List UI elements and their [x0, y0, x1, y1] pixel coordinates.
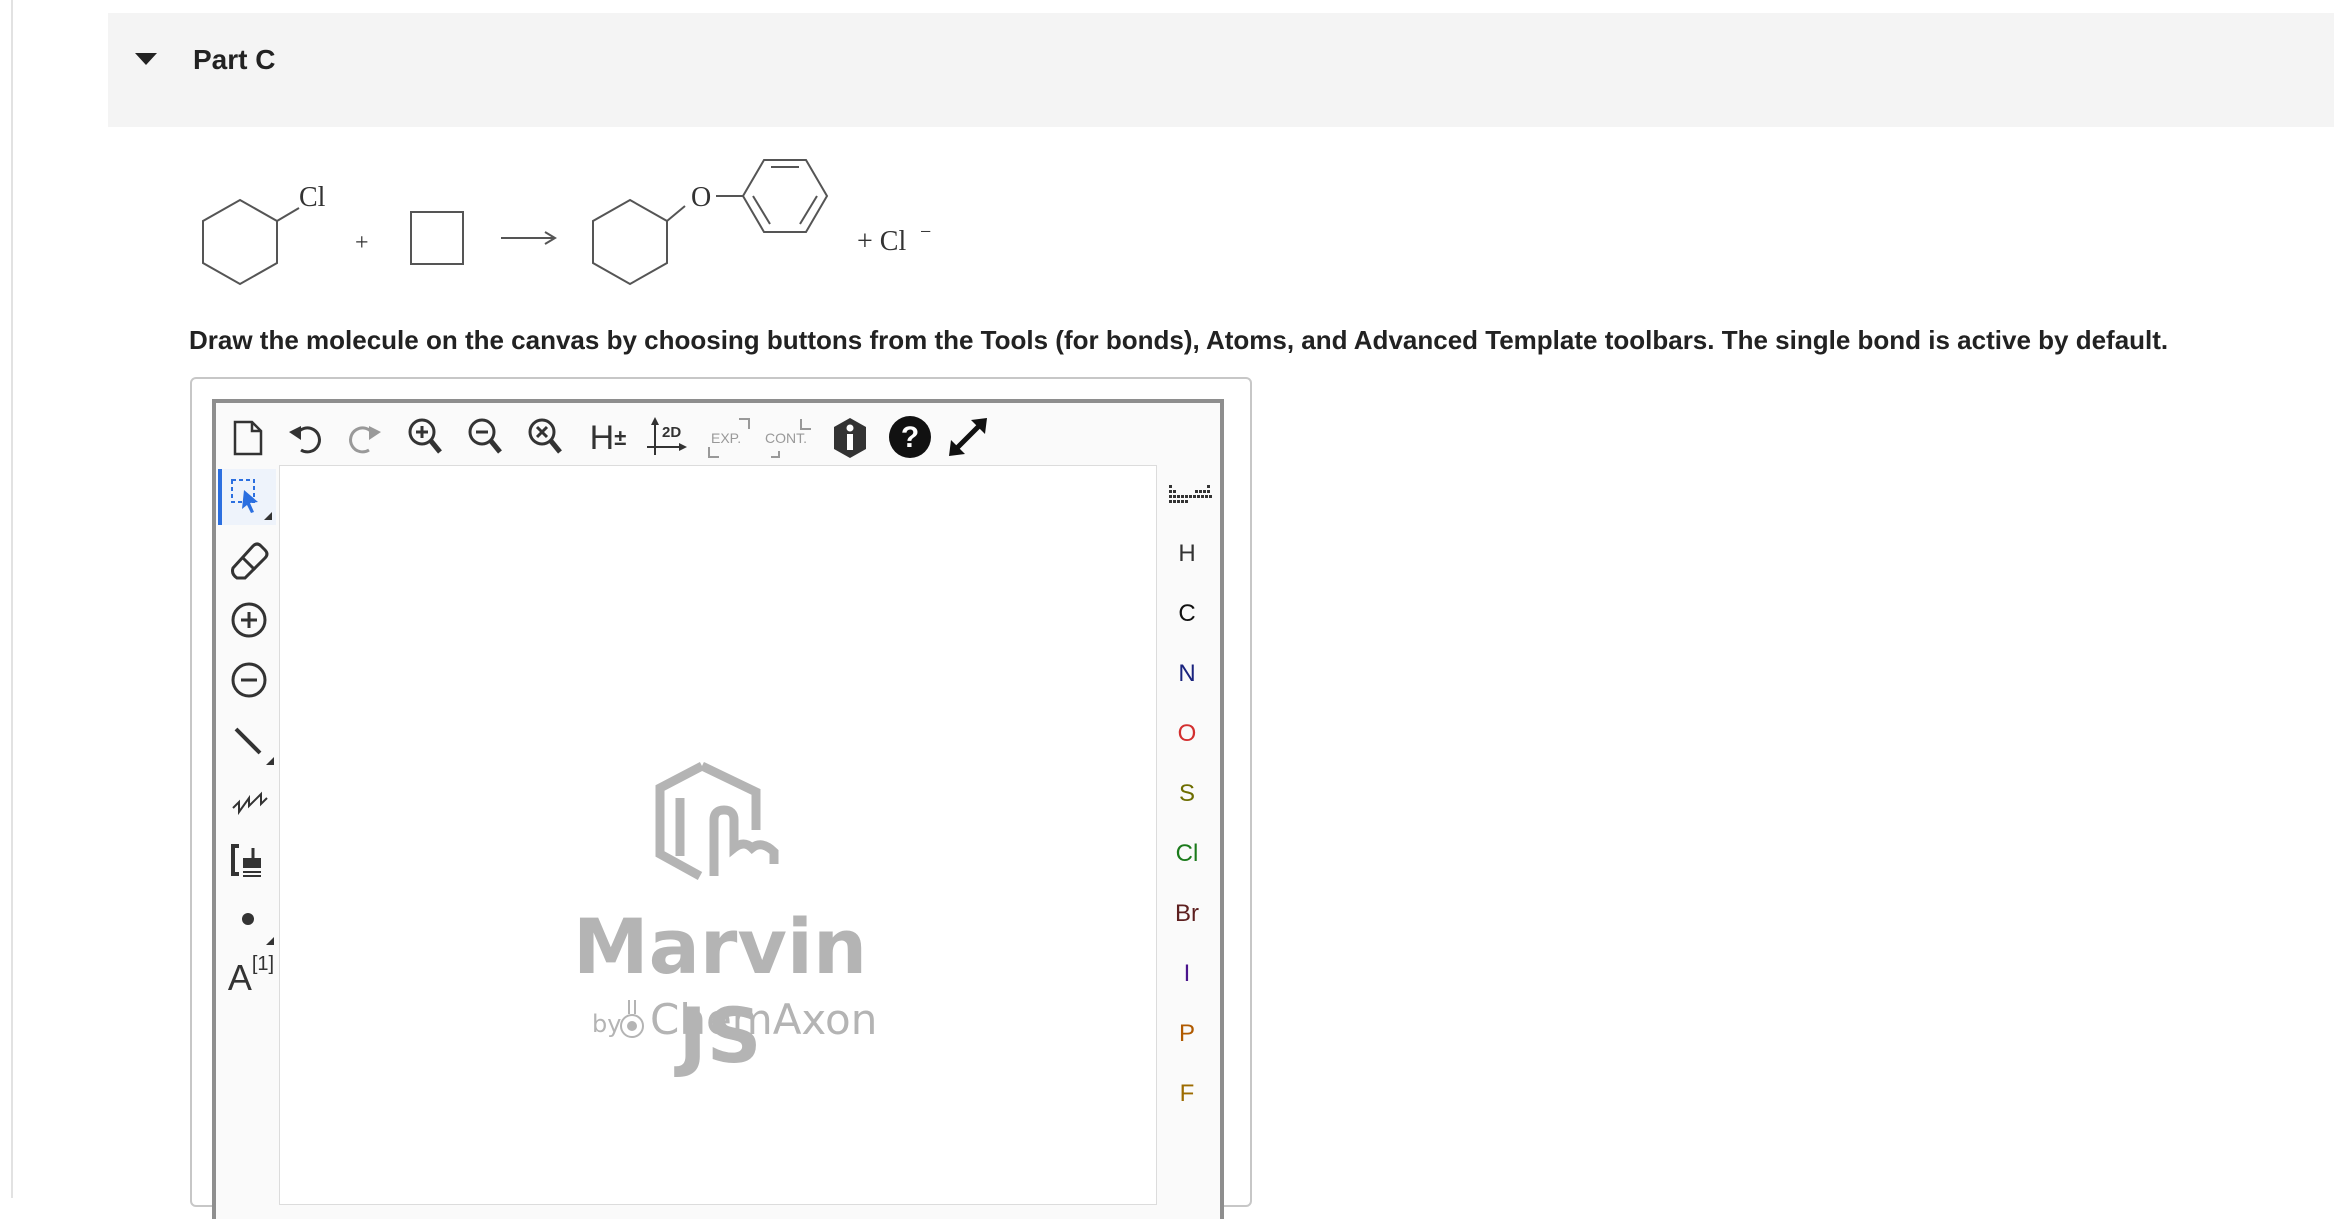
undo-icon	[289, 426, 321, 454]
chloride-charge: −	[920, 221, 931, 243]
atom-map-letter: A	[227, 957, 252, 998]
atom-symbol-o: O	[1177, 720, 1197, 747]
undo-button[interactable]	[285, 416, 325, 460]
eraser-tool-button[interactable]	[222, 534, 276, 586]
atom-button-h[interactable]: H	[1165, 534, 1209, 574]
atom-button-c[interactable]: C	[1165, 594, 1209, 634]
info-icon	[834, 418, 866, 458]
product-cyclohexane-ring	[592, 198, 668, 286]
fullscreen-icon	[949, 418, 987, 456]
eraser-icon	[231, 542, 269, 580]
atom-button-i[interactable]: I	[1165, 954, 1209, 994]
clean-2d-button[interactable]: 2D	[645, 414, 691, 462]
atom-button-n[interactable]: N	[1165, 654, 1209, 694]
new-document-button[interactable]	[228, 416, 268, 460]
hydrogen-toggle-label: H	[589, 418, 615, 457]
svg-text:EXP.: EXP.	[711, 430, 741, 446]
part-title: Part C	[193, 44, 276, 75]
zoom-in-icon	[408, 418, 442, 454]
chain-tool-button[interactable]	[222, 774, 276, 826]
atom-symbol-br: Br	[1175, 900, 1199, 927]
periodic-table-icon	[1169, 485, 1212, 503]
benzene-double-bond-2	[799, 195, 818, 225]
reagent-box	[410, 211, 464, 265]
single-bond-icon	[234, 727, 274, 765]
fullscreen-button[interactable]	[944, 412, 992, 462]
atom-button-s[interactable]: S	[1165, 774, 1209, 814]
svg-text:2D: 2D	[662, 424, 681, 441]
about-button[interactable]	[828, 414, 872, 462]
collapse-caret-icon[interactable]	[135, 53, 157, 65]
plus-sign-1: +	[355, 230, 369, 256]
zoom-reset-icon	[528, 418, 562, 454]
negative-charge-button[interactable]	[222, 654, 276, 706]
atom-button-f[interactable]: F	[1165, 1074, 1209, 1114]
radical-dot-icon	[242, 913, 274, 945]
chloride-ion-label: + Cl	[857, 226, 906, 257]
atom-button-p[interactable]: P	[1165, 1014, 1209, 1054]
expand-group-icon: EXP.	[708, 418, 750, 458]
chlorine-label: Cl	[299, 182, 326, 213]
redo-button[interactable]	[345, 416, 385, 460]
atom-map-index: [1]	[251, 952, 275, 975]
redo-icon	[349, 426, 381, 454]
single-bond-button[interactable]	[222, 714, 280, 770]
page-left-rule	[11, 0, 13, 1198]
chemaxon-flask-icon	[620, 1000, 644, 1038]
atom-button-o[interactable]: O	[1165, 714, 1209, 754]
bracket-icon	[231, 844, 261, 877]
selection-icon	[231, 479, 272, 520]
expand-group-button[interactable]: EXP.	[705, 414, 755, 462]
radical-tool-button[interactable]	[222, 894, 280, 950]
benzene-ring	[741, 159, 829, 233]
atom-symbol-s: S	[1178, 780, 1195, 807]
c-cl-bond	[276, 207, 300, 222]
zoom-reset-button[interactable]	[525, 414, 567, 462]
positive-charge-button[interactable]	[222, 594, 276, 646]
atom-symbol-i: I	[1183, 960, 1191, 987]
atom-symbol-f: F	[1179, 1080, 1195, 1107]
selection-tool-button[interactable]	[218, 469, 276, 525]
chain-icon	[232, 791, 268, 816]
contract-group-button[interactable]: CONT.	[763, 414, 819, 462]
atom-button-cl[interactable]: Cl	[1165, 834, 1209, 874]
atom-button-br[interactable]: Br	[1165, 894, 1209, 934]
svg-text:CONT.: CONT.	[765, 430, 807, 446]
zoom-out-button[interactable]	[465, 414, 507, 462]
c-o-bond	[666, 205, 686, 222]
new-document-icon	[233, 420, 263, 456]
hydrogen-toggle-sign: ±	[614, 425, 627, 450]
periodic-table-button[interactable]	[1165, 478, 1215, 514]
atom-symbol-n: N	[1178, 660, 1196, 687]
marvin-js-wordmark: Marvin JS	[572, 902, 868, 1080]
benzene-double-bond-3	[752, 195, 771, 225]
help-icon: ?	[889, 416, 931, 458]
chemaxon-wordmark: ChemAxon	[650, 995, 878, 1044]
plus-circle-icon	[231, 602, 267, 638]
zoom-in-button[interactable]	[405, 414, 447, 462]
minus-circle-icon	[231, 662, 267, 698]
instructions-text: Draw the molecule on the canvas by choos…	[189, 325, 2169, 355]
contract-group-icon: CONT.	[765, 419, 811, 458]
atom-symbol-p: P	[1178, 1020, 1195, 1047]
hydrogen-toggle-button[interactable]: H ±	[585, 414, 631, 462]
marvin-logo-icon	[655, 761, 779, 880]
atom-symbol-h: H	[1178, 540, 1196, 567]
svg-text:?: ?	[901, 421, 919, 454]
zoom-out-icon	[468, 418, 502, 454]
part-c-header[interactable]	[108, 13, 2334, 127]
atom-map-button[interactable]: A [1]	[222, 950, 280, 1006]
atom-symbol-c: C	[1178, 600, 1196, 627]
oxygen-label: O	[691, 182, 711, 213]
cyclohexane-ring	[202, 198, 278, 286]
bracket-tool-button[interactable]	[222, 834, 276, 886]
atom-symbol-cl: Cl	[1175, 840, 1199, 867]
reaction-scheme: Cl + O + Cl −	[202, 159, 931, 286]
clean-2d-icon: 2D	[647, 417, 687, 455]
help-button[interactable]: ?	[886, 412, 934, 462]
